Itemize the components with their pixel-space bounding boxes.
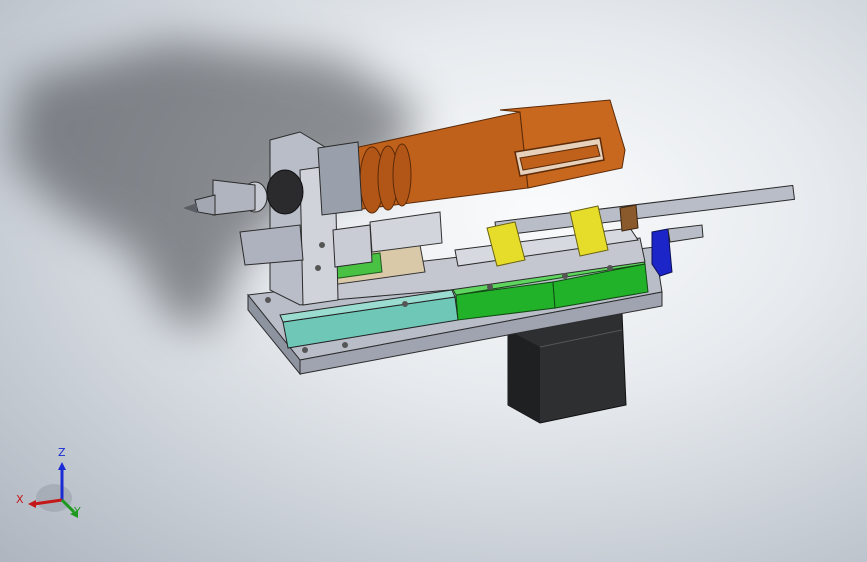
orientation-triad	[28, 462, 78, 518]
triad-z-label: Z	[58, 446, 66, 459]
triad-x-label: X	[16, 493, 24, 506]
spindle-motor[interactable]	[344, 99, 626, 214]
machine-model[interactable]	[0, 0, 867, 562]
cad-viewport[interactable]: Z X Y	[0, 0, 867, 562]
triad-y-label: Y	[74, 505, 81, 518]
adjust-knob-blue[interactable]	[651, 224, 704, 277]
